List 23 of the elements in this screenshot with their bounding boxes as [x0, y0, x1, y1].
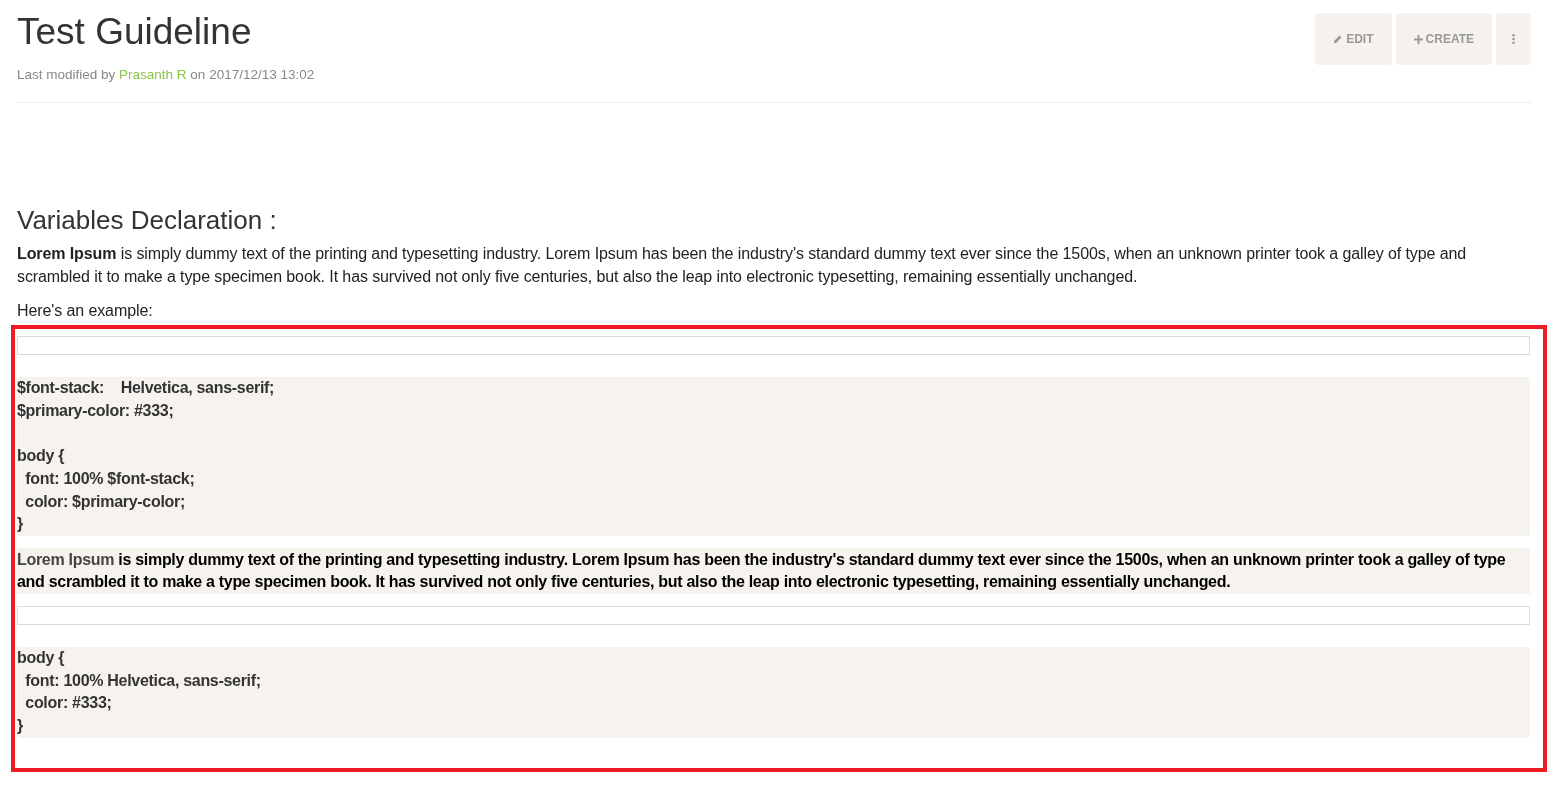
plus-icon: [1413, 34, 1423, 44]
code-line: body {: [17, 447, 65, 465]
more-icon: [1512, 34, 1515, 44]
paragraph: Lorem Ipsum is simply dummy text of the printing and typesetting industry. Lorem Ipsum has been the industry's standard dummy text ever since the 1500s, when an unknown printer took a galley of type and scrambled it to make a type specimen book. It has survived not only five centuries, but also the leap into electronic typesetting, remaining essentially unchanged.: [17, 244, 1468, 287]
create-button[interactable]: CREATE: [1395, 13, 1492, 65]
code-line: }: [17, 717, 23, 734]
code-line: $font-stack: Helvetica, sans-serif;: [17, 379, 275, 396]
pencil-icon: [1333, 34, 1344, 44]
highlighted-paragraph: Lorem Ipsum is simply dummy text of the printing and typesetting industry. Lorem Ipsum has been the industry's standard dummy text ever since the 1500s, when an unknown printer took a galley of type and scrambled it to make a type specimen book. It has survived not only five centuries, but also the leap into electronic typesetting, remaining essentially unchanged.: [17, 547, 1530, 594]
code-line: font: 100% $font-stack;: [24, 469, 195, 487]
code-line: $primary-color: #333;: [17, 401, 174, 419]
last-modified-text: Last modified by Prasanth R on 2017/12/13 13:02: [17, 67, 315, 82]
code-line: color: #333;: [24, 694, 112, 712]
author-link[interactable]: Prasanth R: [119, 67, 187, 82]
code-line: font: 100% Helvetica, sans-serif;: [24, 671, 261, 689]
more-button[interactable]: [1496, 13, 1531, 65]
code-line: color: $primary-color;: [24, 492, 185, 510]
page-title: Test Guideline: [17, 12, 253, 52]
code-line: body {: [17, 648, 65, 666]
edit-button[interactable]: EDIT: [1315, 13, 1392, 65]
section-heading: Variables Declaration :: [17, 204, 278, 236]
code-line: }: [17, 515, 23, 533]
example-label: Here's an example:: [17, 301, 154, 321]
